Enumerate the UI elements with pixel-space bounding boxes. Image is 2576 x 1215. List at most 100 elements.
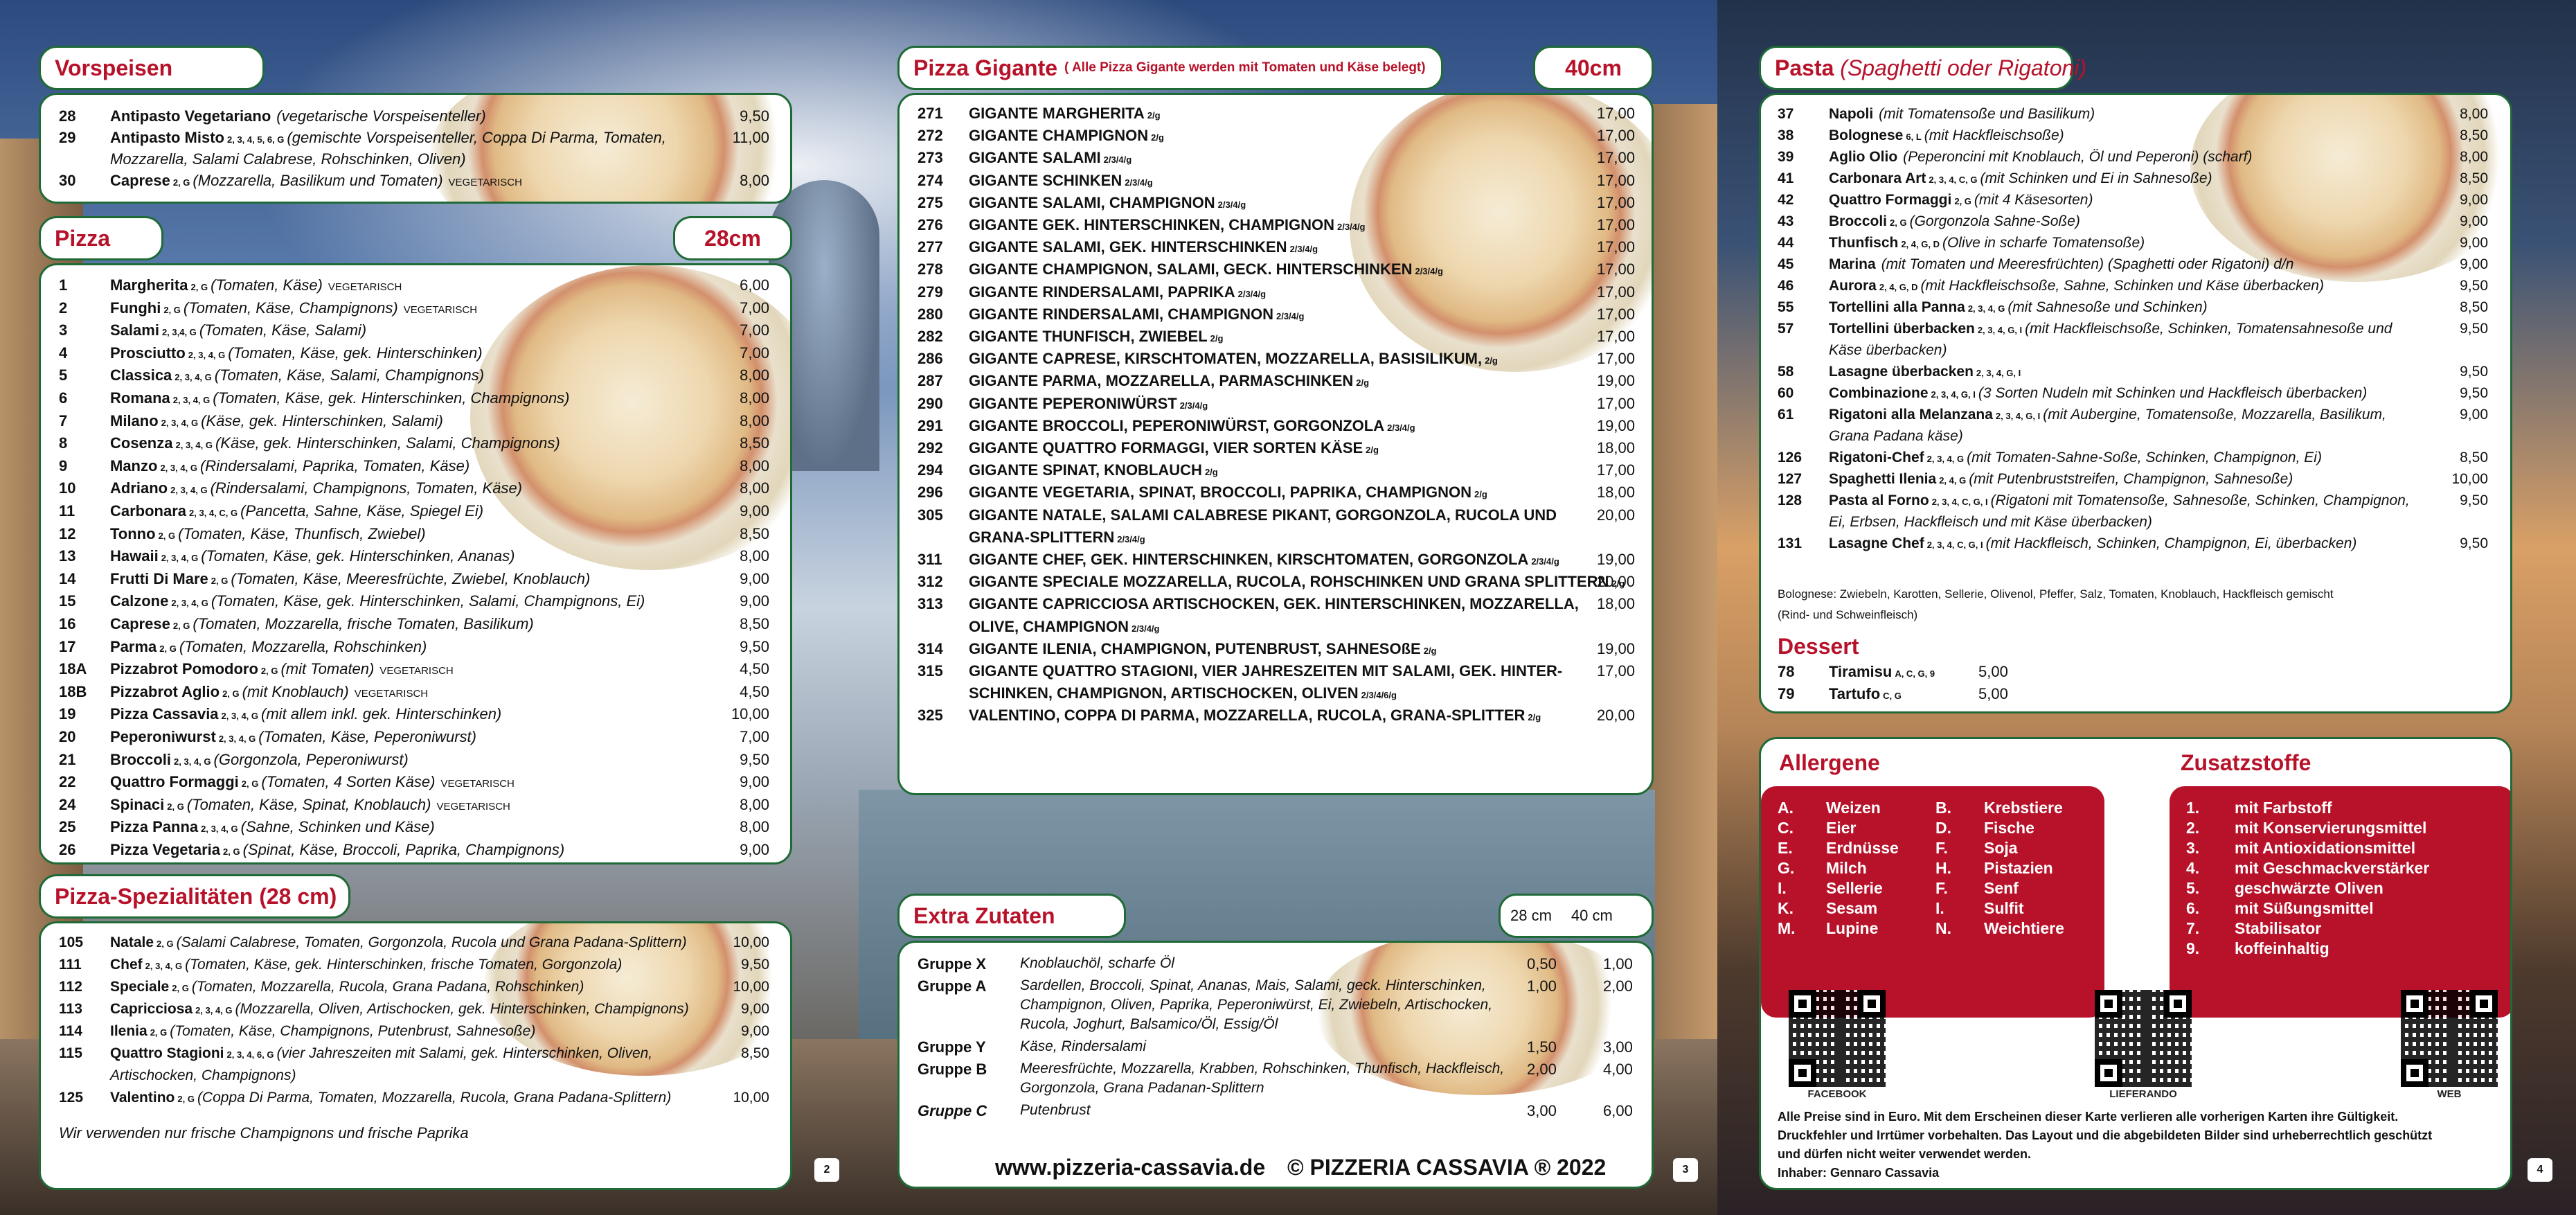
allergen-codes: 2, G	[241, 779, 259, 790]
allergen-codes: 2, G	[1954, 196, 1971, 206]
item-description: (mit Tomaten und Meeresfrüchten) (Spaghe…	[1881, 256, 2294, 272]
allergen-codes: 2, 4, G	[1939, 475, 1967, 486]
item-description: (Rindersalami, Champignons, Tomaten, Käs…	[210, 479, 523, 497]
allergene-heading: Allergene	[1779, 750, 1880, 775]
item-number: 111	[59, 957, 82, 973]
item-number: 282	[918, 328, 943, 345]
allergen-codes: 2, G	[158, 530, 176, 541]
item-price: 18,00	[1596, 484, 1635, 502]
item-number: 113	[59, 1001, 82, 1017]
item-price: 9,50	[2460, 278, 2488, 294]
menu-item: 24 Spinaci 2, G (Tomaten, Käse, Spinat, Kno…	[59, 796, 769, 817]
item-price: 8,50	[2460, 450, 2488, 465]
item-description: (Tomaten, Käse, Salami, Champignons)	[214, 366, 485, 384]
menu-item: 78 Tiramisu A, C, G, 9 5,00	[1778, 663, 2055, 684]
vegetarian-tag: VEGETARISCH	[448, 177, 522, 188]
menu-item: 9 Manzo 2, 3, 4, G (Rindersalami, Paprika, …	[59, 457, 769, 478]
qr-code-web[interactable]	[2401, 990, 2498, 1087]
item-description: (mit Aubergine, Tomatensoße, Mozzarella,…	[2043, 407, 2386, 423]
item-name: GIGANTE QUATTRO FORMAGGI, VIER SORTEN KÄ…	[969, 439, 1363, 456]
item-description: (Mozzarella, Oliven, Artischocken, gek. …	[235, 1001, 689, 1017]
item-name: Broccoli	[1829, 213, 1888, 229]
item-name: GIGANTE VEGETARIA, SPINAT, BROCCOLI, PAP…	[969, 484, 1472, 502]
item-name: Caprese	[110, 615, 170, 632]
item-number: 3	[59, 321, 68, 339]
item-description: (Tomaten, Käse, Thunfisch, Zwiebel)	[178, 524, 426, 542]
item-description: (mit Schinken und Ei in Sahnesoße)	[1980, 170, 2212, 186]
allergen-codes: 2/3/4/g	[1237, 288, 1267, 299]
extra-group-label: Gruppe X	[918, 955, 987, 973]
item-name: Broccoli	[110, 750, 172, 768]
allergen-codes: 2, 3, 4, G	[201, 824, 238, 835]
item-name: Antipasto Vegetariano	[110, 107, 271, 125]
menu-item: 128 Pasta al Forno 2, 3, 4, C, G, I (Rigato…	[1778, 493, 2488, 513]
item-name: GIGANTE SCHINKEN	[969, 171, 1122, 189]
allergen-codes: 2, 3, 4, 5, 6, G	[227, 134, 285, 145]
item-number: 43	[1778, 213, 1794, 229]
allergen-name: Milch	[1826, 859, 1867, 877]
item-price: 8,00	[740, 818, 769, 836]
menu-item: 16 Caprese 2, G (Tomaten, Mozzarella, frisc…	[59, 615, 769, 636]
item-name: Pasta al Forno	[1829, 493, 1929, 508]
item-name: GIGANTE SPINAT, KNOBLAUCH	[969, 461, 1202, 479]
item-name: GIGANTE GEK. HINTERSCHINKEN, CHAMPIGNON	[969, 216, 1335, 233]
allergen-code: M.	[1778, 919, 1796, 937]
additive-code: 2.	[2186, 819, 2200, 837]
item-description: (Tomaten, Käse, gek. Hinterschinken, Cha…	[213, 389, 570, 407]
copyright: © PIZZERIA CASSAVIA ® 2022	[1287, 1155, 1607, 1180]
menu-item: 57 Tortellini überbacken 2, 3, 4, G, I (mit…	[1778, 321, 2488, 342]
item-number: 7	[59, 411, 68, 429]
item-number: 294	[918, 461, 943, 479]
allergen-codes: 2, G	[260, 666, 278, 677]
item-name: Funghi	[110, 299, 161, 317]
menu-item-continued: Grana Padana käse)	[1778, 428, 2488, 449]
item-name: Pizza Panna	[110, 818, 199, 836]
item-description: (Coppa Di Parma, Tomaten, Mozzarella, Ru…	[197, 1090, 672, 1106]
item-name: GIGANTE CHAMPIGNON	[969, 127, 1149, 145]
allergen-codes: 2, 3, 4, G, I	[1995, 411, 2041, 421]
website[interactable]: www.pizzeria-cassavia.de	[995, 1155, 1265, 1180]
allergen-codes: 2/3/4/g	[1387, 422, 1415, 433]
qr-code-lieferando[interactable]	[2095, 990, 2192, 1087]
extra-group-items: Knoblauchöl, scharfe Öl	[1020, 955, 1174, 971]
menu-item-continued: OLIVE, CHAMPIGNON 2/3/4/g	[918, 618, 1635, 639]
item-name: Manzo	[110, 456, 158, 475]
item-number: 296	[918, 484, 943, 502]
item-number: 28	[59, 107, 76, 125]
item-price: 19,00	[1596, 372, 1635, 390]
additive-name: mit Antioxidationsmittel	[2235, 839, 2416, 857]
additive-name: mit Süßungsmittel	[2235, 899, 2374, 917]
allergen-codes: 2, 3, 4, G, I	[1977, 325, 2023, 335]
item-price: 17,00	[1596, 127, 1635, 145]
item-number: 4	[59, 344, 68, 362]
item-number: 20	[59, 728, 76, 745]
zusatz-list: 1. mit Farbstoff 2. mit Konservierungsmitte…	[2170, 786, 2510, 1018]
qr-code-facebook[interactable]	[1789, 990, 1886, 1087]
menu-item: 18B Pizzabrot Aglio 2, G (mit Knoblauch) VEG…	[59, 683, 769, 704]
additive-name: Stabilisator	[2235, 919, 2322, 937]
menu-item-continued: Ei, Erbsen, Hackfleisch und mit Käse übe…	[1778, 514, 2488, 535]
item-description: (gemischte Vorspeisenteller, Coppa Di Pa…	[287, 129, 666, 146]
item-number: 315	[918, 662, 943, 680]
page-number: 3	[1673, 1158, 1698, 1182]
item-description: (Spinat, Käse, Broccoli, Paprika, Champi…	[242, 841, 565, 858]
item-name: GIGANTE MARGHERITA	[969, 105, 1145, 122]
item-name: Pizzabrot Aglio	[110, 682, 220, 700]
item-description-cont: Käse überbacken)	[1829, 342, 1947, 358]
item-number: 42	[1778, 192, 1794, 208]
item-price: 6,00	[740, 276, 769, 294]
item-description: (mit Hackfleischsoße, Schinken, Tomatens…	[2025, 321, 2392, 337]
item-price: 9,00	[741, 1023, 769, 1039]
gigante-box: 271 GIGANTE MARGHERITA 2/g 17,00 272 GIGANTE …	[897, 93, 1654, 795]
item-description: (Tomaten, Käse, Champignons)	[183, 299, 398, 317]
allergen-codes: 2, 3, 4, G	[175, 440, 213, 451]
item-number: 5	[59, 366, 68, 384]
menu-item: 41 Carbonara Art 2, 3, 4, C, G (mit Schinke…	[1778, 170, 2488, 191]
item-description: (Käse, gek. Hinterschinken, Salami)	[201, 411, 443, 429]
menu-item: 294 GIGANTE SPINAT, KNOBLAUCH 2/g 17,00	[918, 461, 1635, 482]
menu-item: 12 Tonno 2, G (Tomaten, Käse, Thunfisch, Zw…	[59, 525, 769, 546]
menu-item: 5 Classica 2, 3, 4, G (Tomaten, Käse, Salam…	[59, 366, 769, 387]
item-number: 271	[918, 105, 943, 122]
item-price: 8,00	[740, 479, 769, 497]
item-price: 8,00	[740, 172, 769, 189]
